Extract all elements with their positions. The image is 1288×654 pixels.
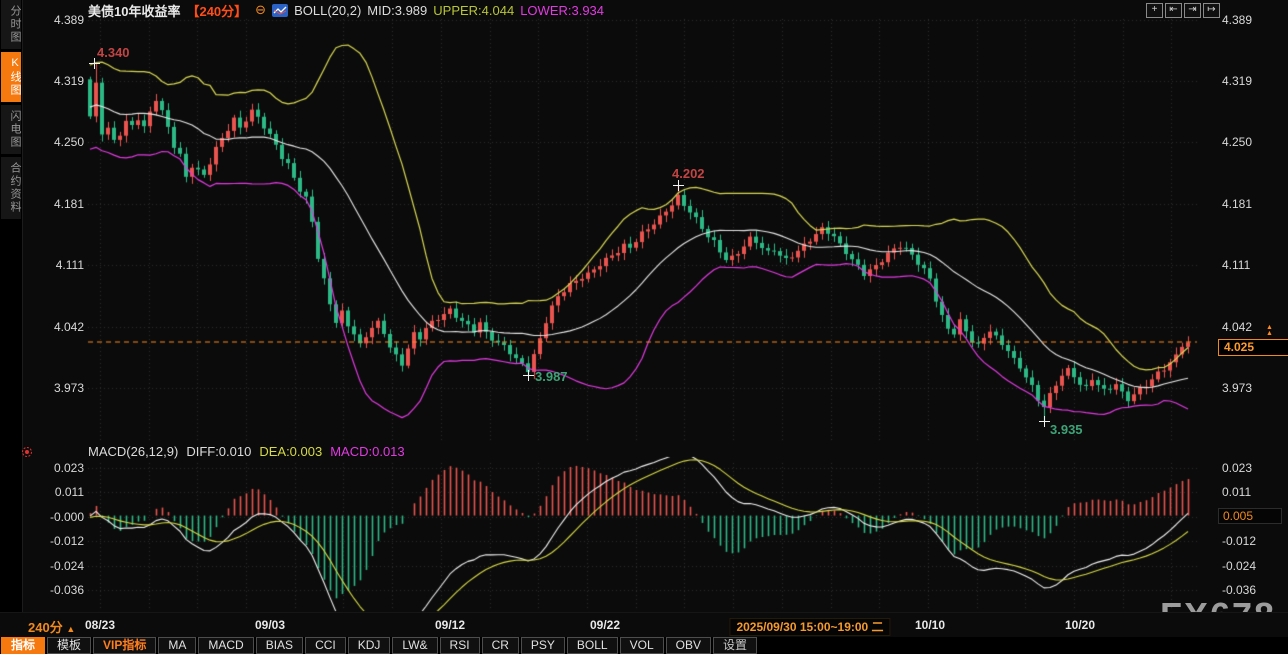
macd-name: MACD(26,12,9) xyxy=(88,444,178,459)
footer-button-VOL[interactable]: VOL xyxy=(620,637,664,654)
boll-lower-value: LOWER:3.934 xyxy=(520,3,604,18)
x-axis-label-0: 08/23 xyxy=(85,618,115,632)
macd-y-label-right-0: 0.023 xyxy=(1222,461,1284,475)
footer-button-CCI[interactable]: CCI xyxy=(305,637,346,654)
footer-button-BOLL[interactable]: BOLL xyxy=(567,637,618,654)
x-axis-row: 240分 ▲ 08/23 09/03 09/12 09/22 2025/09/30 15… xyxy=(0,612,1288,638)
kline-mini-icon[interactable] xyxy=(272,4,288,17)
main-y-label-left-0: 4.389 xyxy=(22,13,84,27)
main-y-label-right-4: 4.111 xyxy=(1222,258,1284,272)
indicator-toolbar: 指标模板VIP指标MAMACDBIASCCIKDJLW&RSICRPSYBOLL… xyxy=(0,637,1288,654)
price-annotation-3: 3.935 xyxy=(1050,422,1083,437)
macd-y-label-left-2: -0.000 xyxy=(22,510,84,524)
sidebar-tab-1[interactable]: K线图 xyxy=(1,52,21,102)
symbol-title: 美债10年收益率 xyxy=(88,1,180,20)
macd-y-label-left-5: -0.036 xyxy=(22,583,84,597)
footer-button-MA[interactable]: MA xyxy=(158,637,196,654)
alert-dot-icon[interactable] xyxy=(20,445,34,459)
footer-button-设置[interactable]: 设置 xyxy=(713,637,757,654)
footer-button-KDJ[interactable]: KDJ xyxy=(348,637,391,654)
sidebar-tab-0[interactable]: 分时图 xyxy=(1,0,21,49)
footer-button-PSY[interactable]: PSY xyxy=(521,637,565,654)
macd-y-label-left-1: 0.011 xyxy=(22,485,84,499)
footer-button-MACD[interactable]: MACD xyxy=(198,637,253,654)
chart-application-window: 分时图 K线图闪电图合约资料 美债10年收益率 【240分】 ⊖ BOLL(20,… xyxy=(0,0,1288,654)
main-y-label-right-2: 4.250 xyxy=(1222,135,1284,149)
x-axis-label-2: 09/12 xyxy=(435,618,465,632)
footer-button-指标[interactable]: 指标 xyxy=(1,637,45,654)
chart-tools-group: +⇤⇥↦ xyxy=(1146,3,1220,18)
price-annotation-1: 4.202 xyxy=(672,166,705,181)
remove-indicator-icon[interactable]: ⊖ xyxy=(255,2,266,18)
footer-button-RSI[interactable]: RSI xyxy=(440,637,480,654)
compress-axis-icon[interactable]: ⇤ xyxy=(1165,3,1182,18)
expand-axis-icon[interactable]: ⇥ xyxy=(1184,3,1201,18)
macd-diff-value: DIFF:0.010 xyxy=(186,444,251,459)
main-y-label-left-2: 4.250 xyxy=(22,135,84,149)
footer-button-OBV[interactable]: OBV xyxy=(666,637,711,654)
sidebar-tab-2[interactable]: 闪电图 xyxy=(1,105,21,154)
main-y-label-left-1: 4.319 xyxy=(22,74,84,88)
x-axis-label-5: 10/10 xyxy=(915,618,945,632)
footer-button-CR[interactable]: CR xyxy=(482,637,519,654)
period-selector[interactable]: 240分 ▲ xyxy=(28,617,75,636)
main-y-label-right-3: 4.181 xyxy=(1222,197,1284,211)
macd-y-label-left-0: 0.023 xyxy=(22,461,84,475)
main-y-label-right-0: 4.389 xyxy=(1222,13,1284,27)
main-y-label-right-1: 4.319 xyxy=(1222,74,1284,88)
footer-button-LW&[interactable]: LW& xyxy=(392,637,437,654)
current-macd-tag: 0.005 xyxy=(1218,508,1282,524)
crosshair-icon[interactable]: + xyxy=(1146,3,1163,18)
chart-canvas[interactable] xyxy=(0,0,1288,654)
footer-button-VIP指标[interactable]: VIP指标 xyxy=(93,637,156,654)
price-annotation-2: 3.987 xyxy=(535,369,568,384)
x-axis-label-3: 09/22 xyxy=(590,618,620,632)
period-dropdown-icon: ▲ xyxy=(66,624,75,634)
macd-dea-value: DEA:0.003 xyxy=(259,444,322,459)
left-sidebar: 分时图 K线图闪电图合约资料 xyxy=(0,0,23,637)
price-alert-marker-icon: ▲▲ xyxy=(1266,325,1273,337)
macd-y-label-right-3: -0.012 xyxy=(1222,534,1284,548)
period-tag[interactable]: 【240分】 xyxy=(186,1,247,20)
footer-button-模板[interactable]: 模板 xyxy=(47,637,91,654)
x-axis-label-6: 10/20 xyxy=(1065,618,1095,632)
main-y-label-left-5: 4.042 xyxy=(22,320,84,334)
macd-y-label-right-1: 0.011 xyxy=(1222,485,1284,499)
boll-label: BOLL(20,2) xyxy=(294,3,361,18)
macd-y-label-left-3: -0.012 xyxy=(22,534,84,548)
price-annotation-0: 4.340 xyxy=(97,45,130,60)
shift-right-icon[interactable]: ↦ xyxy=(1203,3,1220,18)
main-y-label-right-5: 4.042 xyxy=(1222,320,1284,334)
boll-upper-value: UPPER:4.044 xyxy=(433,3,514,18)
extreme-cross-marker-0 xyxy=(89,58,100,69)
macd-y-label-left-4: -0.024 xyxy=(22,559,84,573)
chart-title-bar: 美债10年收益率 【240分】 ⊖ BOLL(20,2) MID:3.989 U… xyxy=(88,2,604,18)
macd-header: MACD(26,12,9) DIFF:0.010 DEA:0.003 MACD:… xyxy=(88,444,405,459)
selected-candle-date-label: 2025/09/30 15:00~19:00 二 xyxy=(729,618,890,636)
x-axis-label-1: 09/03 xyxy=(255,618,285,632)
footer-button-BIAS[interactable]: BIAS xyxy=(256,637,303,654)
main-y-label-left-4: 4.111 xyxy=(22,258,84,272)
macd-y-label-right-5: -0.036 xyxy=(1222,583,1284,597)
extreme-cross-marker-1 xyxy=(673,180,684,191)
boll-mid-value: MID:3.989 xyxy=(367,3,427,18)
main-y-label-left-3: 4.181 xyxy=(22,197,84,211)
macd-macd-value: MACD:0.013 xyxy=(330,444,404,459)
sidebar-tab-3[interactable]: 合约资料 xyxy=(1,157,21,219)
macd-y-label-right-4: -0.024 xyxy=(1222,559,1284,573)
extreme-cross-marker-3 xyxy=(1039,416,1050,427)
extreme-cross-marker-2 xyxy=(523,370,534,381)
current-price-tag: 4.025 xyxy=(1218,339,1288,356)
main-y-label-left-6: 3.973 xyxy=(22,381,84,395)
main-y-label-right-6: 3.973 xyxy=(1222,381,1284,395)
